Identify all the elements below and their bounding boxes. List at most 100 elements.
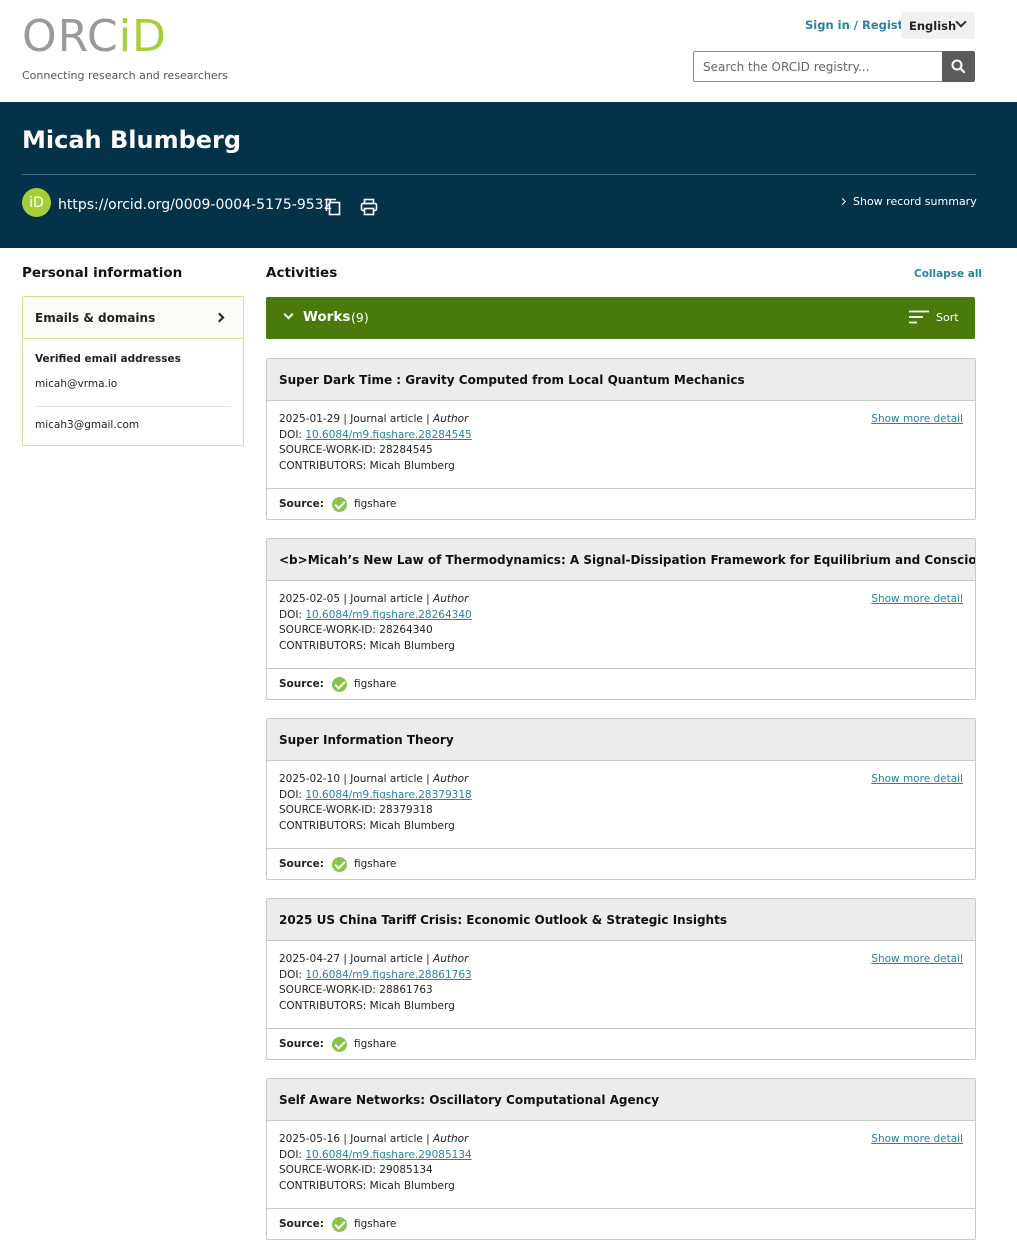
logo-text: ORC (22, 11, 119, 62)
work-card: Super Dark Time : Gravity Computed from … (266, 358, 976, 520)
source-name: figshare (353, 1038, 397, 1050)
work-meta: 2025-02-05 | Journal article | Author (279, 593, 469, 605)
show-more-detail-link[interactable]: Show more detail (871, 773, 963, 785)
sign-in-register-link[interactable]: Sign in / Register (805, 18, 917, 32)
work-source-id: SOURCE-WORK-ID: 28284545 (279, 444, 433, 456)
work-meta: 2025-05-16 | Journal article | Author (279, 1133, 469, 1145)
search-icon (951, 59, 966, 74)
search-input[interactable]: Search the ORCID registry... (693, 51, 943, 82)
show-more-detail-link[interactable]: Show more detail (871, 953, 963, 965)
doi-link[interactable]: 10.6084/m9.figshare.28284545 (305, 429, 471, 441)
work-title: 2025 US China Tariff Crisis: Economic Ou… (267, 899, 975, 941)
orcid-logo[interactable]: ORCiD (22, 12, 167, 62)
work-contributors: CONTRIBUTORS: Micah Blumberg (279, 820, 455, 832)
show-more-detail-link[interactable]: Show more detail (871, 413, 963, 425)
sort-icon[interactable] (909, 310, 929, 324)
show-record-summary-label: Show record summary (853, 195, 977, 208)
work-contributors: CONTRIBUTORS: Micah Blumberg (279, 1180, 455, 1192)
source-name: figshare (353, 858, 397, 870)
work-doi: DOI: 10.6084/m9.figshare.28264340 (279, 609, 472, 621)
work-card: <b>Micah’s New Law of Thermodynamics: A … (266, 538, 976, 700)
orcid-url: https://orcid.org/0009-0004-5175-9532 (58, 197, 333, 213)
copy-icon[interactable] (325, 198, 341, 216)
language-select[interactable]: English (901, 12, 975, 39)
emails-domains-label: Emails & domains (35, 310, 156, 325)
source-label: Source: (279, 1038, 324, 1050)
verified-check-icon (331, 676, 347, 692)
works-label: Works (303, 309, 351, 325)
works-section-header[interactable]: Works (9) Sort (266, 297, 975, 339)
work-doi: DOI: 10.6084/m9.figshare.28861763 (279, 969, 472, 981)
source-name: figshare (353, 498, 397, 510)
collapse-all-button[interactable]: Collapse all (914, 268, 982, 280)
doi-link[interactable]: 10.6084/m9.figshare.28861763 (305, 969, 471, 981)
work-title: Super Information Theory (267, 719, 975, 761)
work-contributors: CONTRIBUTORS: Micah Blumberg (279, 640, 455, 652)
profile-banner: Micah Blumberg iD https://orcid.org/0009… (0, 102, 1017, 248)
work-doi: DOI: 10.6084/m9.figshare.28379318 (279, 789, 472, 801)
work-role: Author (433, 413, 469, 425)
work-contributors: CONTRIBUTORS: Micah Blumberg (279, 1000, 455, 1012)
email-divider (35, 406, 231, 407)
work-role: Author (433, 773, 469, 785)
source-name: figshare (353, 1218, 397, 1230)
top-header: ORCiD Connecting research and researcher… (0, 0, 1017, 102)
work-meta: 2025-04-27 | Journal article | Author (279, 953, 469, 965)
doi-link[interactable]: 10.6084/m9.figshare.28264340 (305, 609, 471, 621)
work-card: 2025 US China Tariff Crisis: Economic Ou… (266, 898, 976, 1060)
sort-button[interactable]: Sort (936, 311, 959, 324)
source-label: Source: (279, 1218, 324, 1230)
doi-link[interactable]: 10.6084/m9.figshare.29085134 (305, 1149, 471, 1161)
work-role: Author (433, 1133, 469, 1145)
work-doi: DOI: 10.6084/m9.figshare.28284545 (279, 429, 472, 441)
emails-card: Emails & domains Verified email addresse… (22, 296, 244, 446)
works-count: (9) (351, 310, 369, 325)
work-source-id: SOURCE-WORK-ID: 29085134 (279, 1164, 433, 1176)
verified-emails-label: Verified email addresses (35, 353, 181, 365)
work-source-id: SOURCE-WORK-ID: 28379318 (279, 804, 433, 816)
email-item: micah@vrma.io (35, 378, 118, 390)
activities-heading: Activities (266, 265, 338, 281)
orcid-id-icon: iD (22, 188, 51, 217)
banner-divider (22, 174, 976, 175)
verified-check-icon (331, 1216, 347, 1232)
show-more-detail-link[interactable]: Show more detail (871, 1133, 963, 1145)
language-value: English (909, 18, 957, 33)
work-meta: 2025-01-29 | Journal article | Author (279, 413, 469, 425)
work-card: Super Information Theory 2025-02-10 | Jo… (266, 718, 976, 880)
print-icon[interactable] (360, 198, 378, 216)
source-label: Source: (279, 498, 324, 510)
chevron-right-icon (214, 312, 225, 323)
work-source-id: SOURCE-WORK-ID: 28264340 (279, 624, 433, 636)
work-source: Source: figshare (267, 849, 975, 879)
tagline: Connecting research and researchers (22, 69, 228, 82)
work-title: Self Aware Networks: Oscillatory Computa… (267, 1079, 975, 1121)
work-source-id: SOURCE-WORK-ID: 28861763 (279, 984, 433, 996)
work-role: Author (433, 593, 469, 605)
search-button[interactable] (942, 51, 975, 82)
chevron-down-icon (283, 309, 294, 320)
work-title: Super Dark Time : Gravity Computed from … (267, 359, 975, 401)
chevron-down-icon (955, 16, 967, 28)
work-source: Source: figshare (267, 489, 975, 519)
work-doi: DOI: 10.6084/m9.figshare.29085134 (279, 1149, 472, 1161)
source-label: Source: (279, 858, 324, 870)
work-source: Source: figshare (267, 1209, 975, 1239)
source-name: figshare (353, 678, 397, 690)
verified-check-icon (331, 856, 347, 872)
work-meta: 2025-02-10 | Journal article | Author (279, 773, 469, 785)
source-label: Source: (279, 678, 324, 690)
show-more-detail-link[interactable]: Show more detail (871, 593, 963, 605)
logo-id: iD (118, 11, 167, 62)
work-role: Author (433, 953, 469, 965)
personal-information-heading: Personal information (22, 265, 183, 281)
work-card: Self Aware Networks: Oscillatory Computa… (266, 1078, 976, 1240)
show-record-summary-button[interactable]: Show record summary (838, 195, 977, 208)
work-contributors: CONTRIBUTORS: Micah Blumberg (279, 460, 455, 472)
email-item: micah3@gmail.com (35, 419, 140, 431)
work-title: <b>Micah’s New Law of Thermodynamics: A … (267, 539, 975, 581)
work-source: Source: figshare (267, 669, 975, 699)
doi-link[interactable]: 10.6084/m9.figshare.28379318 (305, 789, 471, 801)
emails-domains-header[interactable]: Emails & domains (23, 297, 243, 339)
profile-name: Micah Blumberg (22, 126, 242, 154)
